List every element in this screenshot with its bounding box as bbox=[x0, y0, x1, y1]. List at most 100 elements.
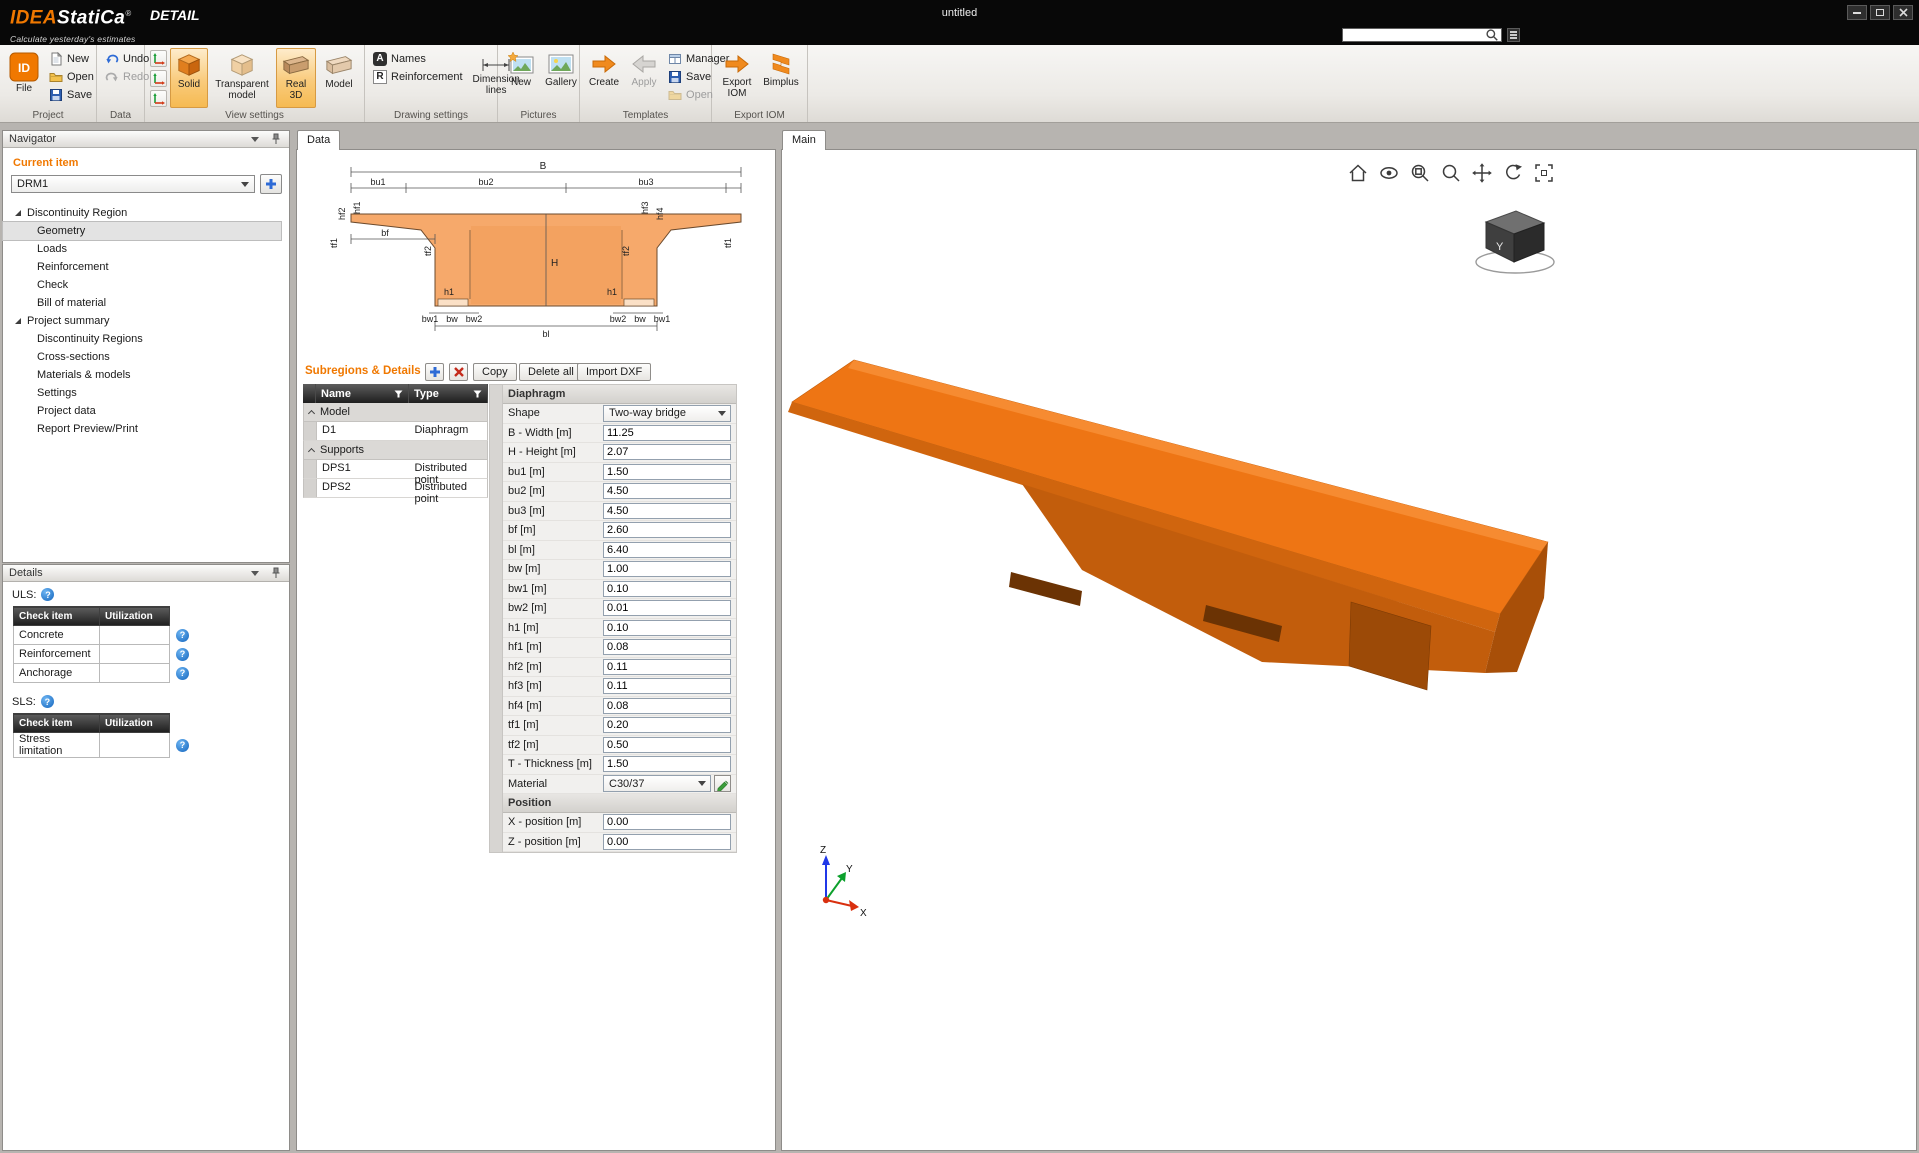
workplane-toggle-2[interactable] bbox=[150, 70, 167, 87]
view-solid-button[interactable]: Solid bbox=[170, 48, 208, 108]
view-real3d-button[interactable]: Real 3D bbox=[276, 48, 316, 108]
template-apply-button[interactable]: Apply bbox=[626, 48, 662, 108]
view-direction-eye-icon[interactable] bbox=[1378, 162, 1400, 184]
close-button[interactable] bbox=[1893, 5, 1913, 20]
property-input[interactable] bbox=[603, 756, 731, 772]
reinforcement-toggle[interactable]: RReinforcement bbox=[370, 68, 466, 85]
property-input[interactable] bbox=[603, 620, 731, 636]
group-row-supports[interactable]: Supports bbox=[303, 441, 488, 460]
help-icon[interactable]: ? bbox=[41, 588, 54, 601]
edit-material-button[interactable] bbox=[714, 775, 731, 792]
help-icon[interactable]: ? bbox=[41, 695, 54, 708]
search-input[interactable] bbox=[1345, 30, 1485, 41]
save-button[interactable]: Save bbox=[46, 86, 97, 103]
tree-item-cross-sections[interactable]: Cross-sections bbox=[3, 348, 289, 366]
pan-icon[interactable] bbox=[1471, 162, 1493, 184]
tree-item-discontinuity-regions[interactable]: Discontinuity Regions bbox=[3, 330, 289, 348]
add-subregion-button[interactable] bbox=[425, 363, 444, 381]
zoom-fit-icon[interactable] bbox=[1533, 162, 1555, 184]
help-icon[interactable]: ? bbox=[176, 667, 189, 680]
maximize-button[interactable] bbox=[1870, 5, 1890, 20]
tree-item-report-preview-print[interactable]: Report Preview/Print bbox=[3, 420, 289, 438]
tree-item-check[interactable]: Check bbox=[3, 276, 289, 294]
property-input[interactable] bbox=[603, 659, 731, 675]
names-toggle[interactable]: ANames bbox=[370, 50, 466, 67]
titlebar-menu-button[interactable] bbox=[1507, 28, 1520, 42]
property-input[interactable] bbox=[603, 522, 731, 538]
open-button[interactable]: Open bbox=[46, 68, 97, 85]
tab-main[interactable]: Main bbox=[782, 130, 826, 150]
tree-item-loads[interactable]: Loads bbox=[3, 240, 289, 258]
picture-new-button[interactable]: New bbox=[503, 48, 539, 108]
import-dxf-button[interactable]: Import DXF bbox=[577, 363, 651, 381]
pin-icon[interactable] bbox=[269, 132, 283, 146]
pin-icon[interactable] bbox=[269, 566, 283, 580]
property-input[interactable] bbox=[603, 717, 731, 733]
copy-button[interactable]: Copy bbox=[473, 363, 517, 381]
navigation-cube[interactable]: Y bbox=[1472, 202, 1558, 282]
tab-data[interactable]: Data bbox=[297, 130, 340, 150]
grid-row-dps1[interactable]: DPS1Distributed point bbox=[303, 460, 488, 479]
group-row-model[interactable]: Model bbox=[303, 403, 488, 422]
tree-item-bill-of-material[interactable]: Bill of material bbox=[3, 294, 289, 312]
property-input[interactable] bbox=[603, 600, 731, 616]
expander-icon[interactable] bbox=[15, 318, 21, 324]
property-input[interactable] bbox=[603, 444, 731, 460]
property-input[interactable] bbox=[603, 483, 731, 499]
delete-subregion-button[interactable] bbox=[449, 363, 468, 381]
property-input[interactable] bbox=[603, 561, 731, 577]
home-view-icon[interactable] bbox=[1347, 162, 1369, 184]
property-input[interactable] bbox=[603, 678, 731, 694]
filter-funnel-icon[interactable] bbox=[394, 390, 403, 398]
add-region-button[interactable] bbox=[260, 174, 282, 194]
help-icon[interactable]: ? bbox=[176, 629, 189, 642]
current-item-dropdown[interactable]: DRM1 bbox=[11, 175, 255, 193]
scene-viewport[interactable]: Z Y X Y bbox=[782, 150, 1916, 1150]
delete-all-button[interactable]: Delete all bbox=[519, 363, 583, 381]
help-icon[interactable]: ? bbox=[176, 739, 189, 752]
view-model-button[interactable]: Model bbox=[319, 48, 359, 108]
property-input[interactable] bbox=[603, 834, 731, 850]
search-box[interactable] bbox=[1342, 28, 1502, 42]
collapse-icon[interactable] bbox=[251, 137, 259, 142]
filter-funnel-icon[interactable] bbox=[473, 390, 482, 398]
view-transparent-button[interactable]: Transparent model bbox=[211, 48, 273, 108]
file-button[interactable]: ID File bbox=[5, 48, 43, 108]
material-dropdown[interactable]: C30/37 bbox=[603, 775, 711, 792]
tree-item-materials-models[interactable]: Materials & models bbox=[3, 366, 289, 384]
tree-node-discontinuity-region[interactable]: Discontinuity Region bbox=[3, 204, 289, 222]
bridge-3d-model[interactable]: Z Y X bbox=[782, 150, 1916, 1150]
property-input[interactable] bbox=[603, 464, 731, 480]
export-iom-button[interactable]: Export IOM bbox=[717, 48, 757, 108]
property-input[interactable] bbox=[603, 814, 731, 830]
minimize-button[interactable] bbox=[1847, 5, 1867, 20]
grid-row-dps2[interactable]: DPS2Distributed point bbox=[303, 479, 488, 498]
material-label: Material bbox=[490, 778, 603, 790]
bimplus-button[interactable]: Bimplus bbox=[760, 48, 802, 108]
new-button[interactable]: New bbox=[46, 50, 97, 67]
property-input[interactable] bbox=[603, 698, 731, 714]
rotate-view-icon[interactable] bbox=[1502, 162, 1524, 184]
property-input[interactable] bbox=[603, 581, 731, 597]
template-create-button[interactable]: Create bbox=[585, 48, 623, 108]
tree-item-geometry[interactable]: Geometry bbox=[3, 222, 281, 240]
tree-node-project-summary[interactable]: Project summary bbox=[3, 312, 289, 330]
tree-item-reinforcement[interactable]: Reinforcement bbox=[3, 258, 289, 276]
gallery-button[interactable]: Gallery bbox=[542, 48, 580, 108]
workplane-toggle-1[interactable] bbox=[150, 50, 167, 67]
collapse-icon[interactable] bbox=[251, 571, 259, 576]
property-input[interactable] bbox=[603, 542, 731, 558]
property-input[interactable] bbox=[603, 425, 731, 441]
tree-item-project-data[interactable]: Project data bbox=[3, 402, 289, 420]
grid-row-d1[interactable]: D1Diaphragm bbox=[303, 422, 488, 441]
property-input[interactable] bbox=[603, 737, 731, 753]
zoom-icon[interactable] bbox=[1440, 162, 1462, 184]
property-input[interactable] bbox=[603, 503, 731, 519]
workplane-toggle-3[interactable] bbox=[150, 90, 167, 107]
property-input[interactable] bbox=[603, 639, 731, 655]
expander-icon[interactable] bbox=[15, 210, 21, 216]
shape-dropdown[interactable]: Two-way bridge bbox=[603, 405, 731, 422]
help-icon[interactable]: ? bbox=[176, 648, 189, 661]
zoom-window-icon[interactable] bbox=[1409, 162, 1431, 184]
tree-item-settings[interactable]: Settings bbox=[3, 384, 289, 402]
